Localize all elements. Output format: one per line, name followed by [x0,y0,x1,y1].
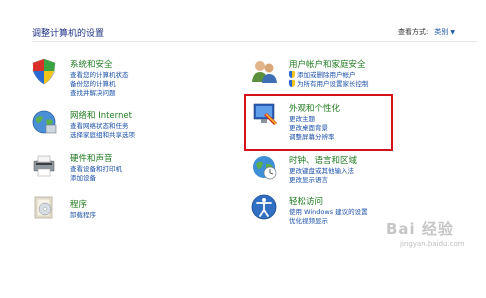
programs-icon [34,196,53,219]
header-divider [32,41,478,42]
category-title[interactable]: 时钟、语言和区域 [289,154,357,166]
view-by-label: 查看方式: [398,28,429,36]
category-title[interactable]: 程序 [70,198,87,210]
category-title[interactable]: 网络和 Internet [70,109,132,121]
highlight-box [244,94,393,151]
page-title: 调整计算机的设置 [32,29,105,39]
chevron-down-icon[interactable]: ▼ [450,29,455,36]
link-network-status[interactable]: 查看网络状态和任务 [70,122,129,131]
category-system-security: 系统和安全 查看您的计算机状态 备份您的计算机 查找并解决问题 [30,57,210,107]
category-clock-language-region: 时钟、语言和区域 更改键盘或其他输入法 更改显示语言 [250,153,450,193]
category-network-internet: 网络和 Internet 查看网络状态和任务 选择家庭组和共享选项 [30,108,210,148]
link-uninstall-program[interactable]: 卸载程序 [70,211,96,220]
link-homegroup-sharing[interactable]: 选择家庭组和共享选项 [70,131,135,140]
network-internet-icon [32,110,57,134]
link-troubleshoot[interactable]: 查找并解决问题 [70,89,116,98]
clock-language-region-icon [253,156,277,180]
category-user-accounts: 用户帐户和家庭安全 添加或删除用户帐户 为所有用户设置家长控制 [250,57,450,97]
link-add-remove-accounts[interactable]: 添加或删除用户帐户 [289,71,356,80]
view-by-dropdown[interactable]: 类别 [434,28,448,36]
category-title[interactable]: 轻松访问 [289,195,323,207]
watermark-url: jingyan.baidu.com [400,240,465,248]
watermark-logo: Bai 经验 [386,220,454,238]
link-parental-controls[interactable]: 为所有用户设置家长控制 [289,80,369,89]
link-label: 为所有用户设置家长控制 [297,80,369,88]
link-change-display-language[interactable]: 更改显示语言 [289,176,328,185]
link-label: 添加或删除用户帐户 [297,71,356,79]
link-add-device[interactable]: 添加设备 [70,174,96,183]
link-optimize-display[interactable]: 优化视频显示 [289,217,328,226]
hardware-sound-icon [33,155,55,177]
view-by: 查看方式: 类别 ▼ [398,27,455,37]
category-title[interactable]: 硬件和声音 [70,152,113,164]
category-hardware-sound: 硬件和声音 查看设备和打印机 添加设备 [30,151,210,191]
uac-shield-icon [289,80,295,87]
system-security-icon [32,58,56,85]
category-title[interactable]: 用户帐户和家庭安全 [289,58,366,70]
category-title[interactable]: 系统和安全 [70,58,113,70]
link-recommended-settings[interactable]: 使用 Windows 建议的设置 [289,208,368,217]
user-accounts-icon [252,61,277,83]
link-backup[interactable]: 备份您的计算机 [70,80,116,89]
category-programs: 程序 卸载程序 [30,193,210,229]
uac-shield-icon [289,71,295,78]
link-change-input-method[interactable]: 更改键盘或其他输入法 [289,167,354,176]
ease-of-access-icon [251,194,277,220]
baidu-jingyan-watermark: Bai 经验 jingyan.baidu.com [386,218,482,258]
link-devices-printers[interactable]: 查看设备和打印机 [70,165,122,174]
link-view-computer-status[interactable]: 查看您的计算机状态 [70,71,129,80]
